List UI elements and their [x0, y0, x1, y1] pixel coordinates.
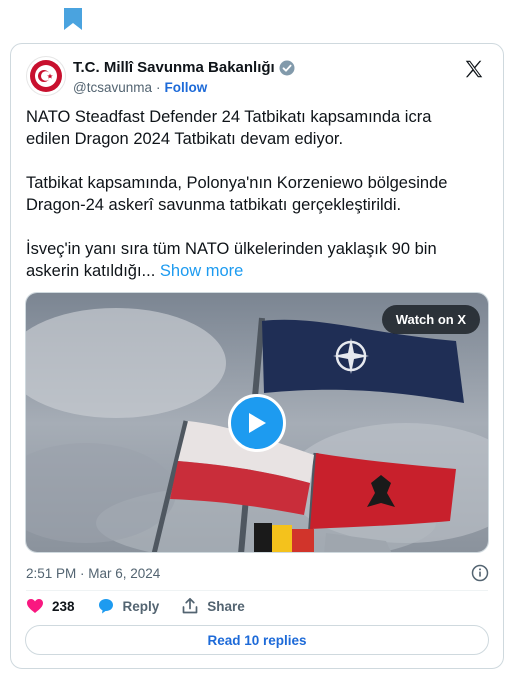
reply-icon: [98, 599, 113, 614]
watch-on-x-button[interactable]: Watch on X: [381, 305, 480, 334]
play-icon: [249, 413, 266, 433]
handle[interactable]: @tcsavunma: [73, 80, 152, 95]
info-icon[interactable]: [471, 564, 489, 582]
bookmark-icon: [64, 8, 82, 30]
play-button[interactable]: [228, 394, 286, 452]
tweet-paragraph-1: NATO Steadfast Defender 24 Tatbikatı kap…: [26, 108, 432, 148]
reply-button[interactable]: Reply: [97, 597, 160, 615]
timestamp[interactable]: 2:51 PM · Mar 6, 2024: [26, 566, 160, 581]
separator: ·: [155, 80, 161, 95]
follow-button[interactable]: Follow: [164, 80, 207, 95]
tweet-card[interactable]: T.C. Millî Savunma Bakanlığı @tcsavunma …: [10, 43, 504, 669]
like-count: 238: [52, 598, 75, 614]
tweet-header: T.C. Millî Savunma Bakanlığı @tcsavunma …: [26, 56, 489, 98]
show-more-link[interactable]: Show more: [160, 262, 243, 280]
tweet-text: NATO Steadfast Defender 24 Tatbikatı kap…: [26, 106, 476, 282]
share-button[interactable]: Share: [181, 597, 245, 615]
tweet-meta: 2:51 PM · Mar 6, 2024: [26, 564, 489, 582]
action-bar: 238 Reply Share: [26, 597, 245, 615]
tweet-paragraph-2: Tatbikat kapsamında, Polonya'nın Korzeni…: [26, 174, 448, 214]
heart-icon: [27, 599, 43, 613]
share-label: Share: [207, 598, 245, 614]
share-icon: [182, 597, 198, 614]
verified-icon: [279, 60, 295, 75]
reply-label: Reply: [122, 598, 160, 614]
ministry-emblem-icon: [30, 60, 62, 92]
avatar[interactable]: [26, 56, 66, 96]
display-name[interactable]: T.C. Millî Savunma Bakanlığı: [73, 59, 275, 76]
x-logo-icon[interactable]: [463, 58, 485, 80]
like-button[interactable]: 238: [26, 597, 75, 615]
read-replies-button[interactable]: Read 10 replies: [25, 625, 489, 655]
video-player[interactable]: Watch on X: [25, 292, 489, 553]
divider: [26, 590, 488, 591]
